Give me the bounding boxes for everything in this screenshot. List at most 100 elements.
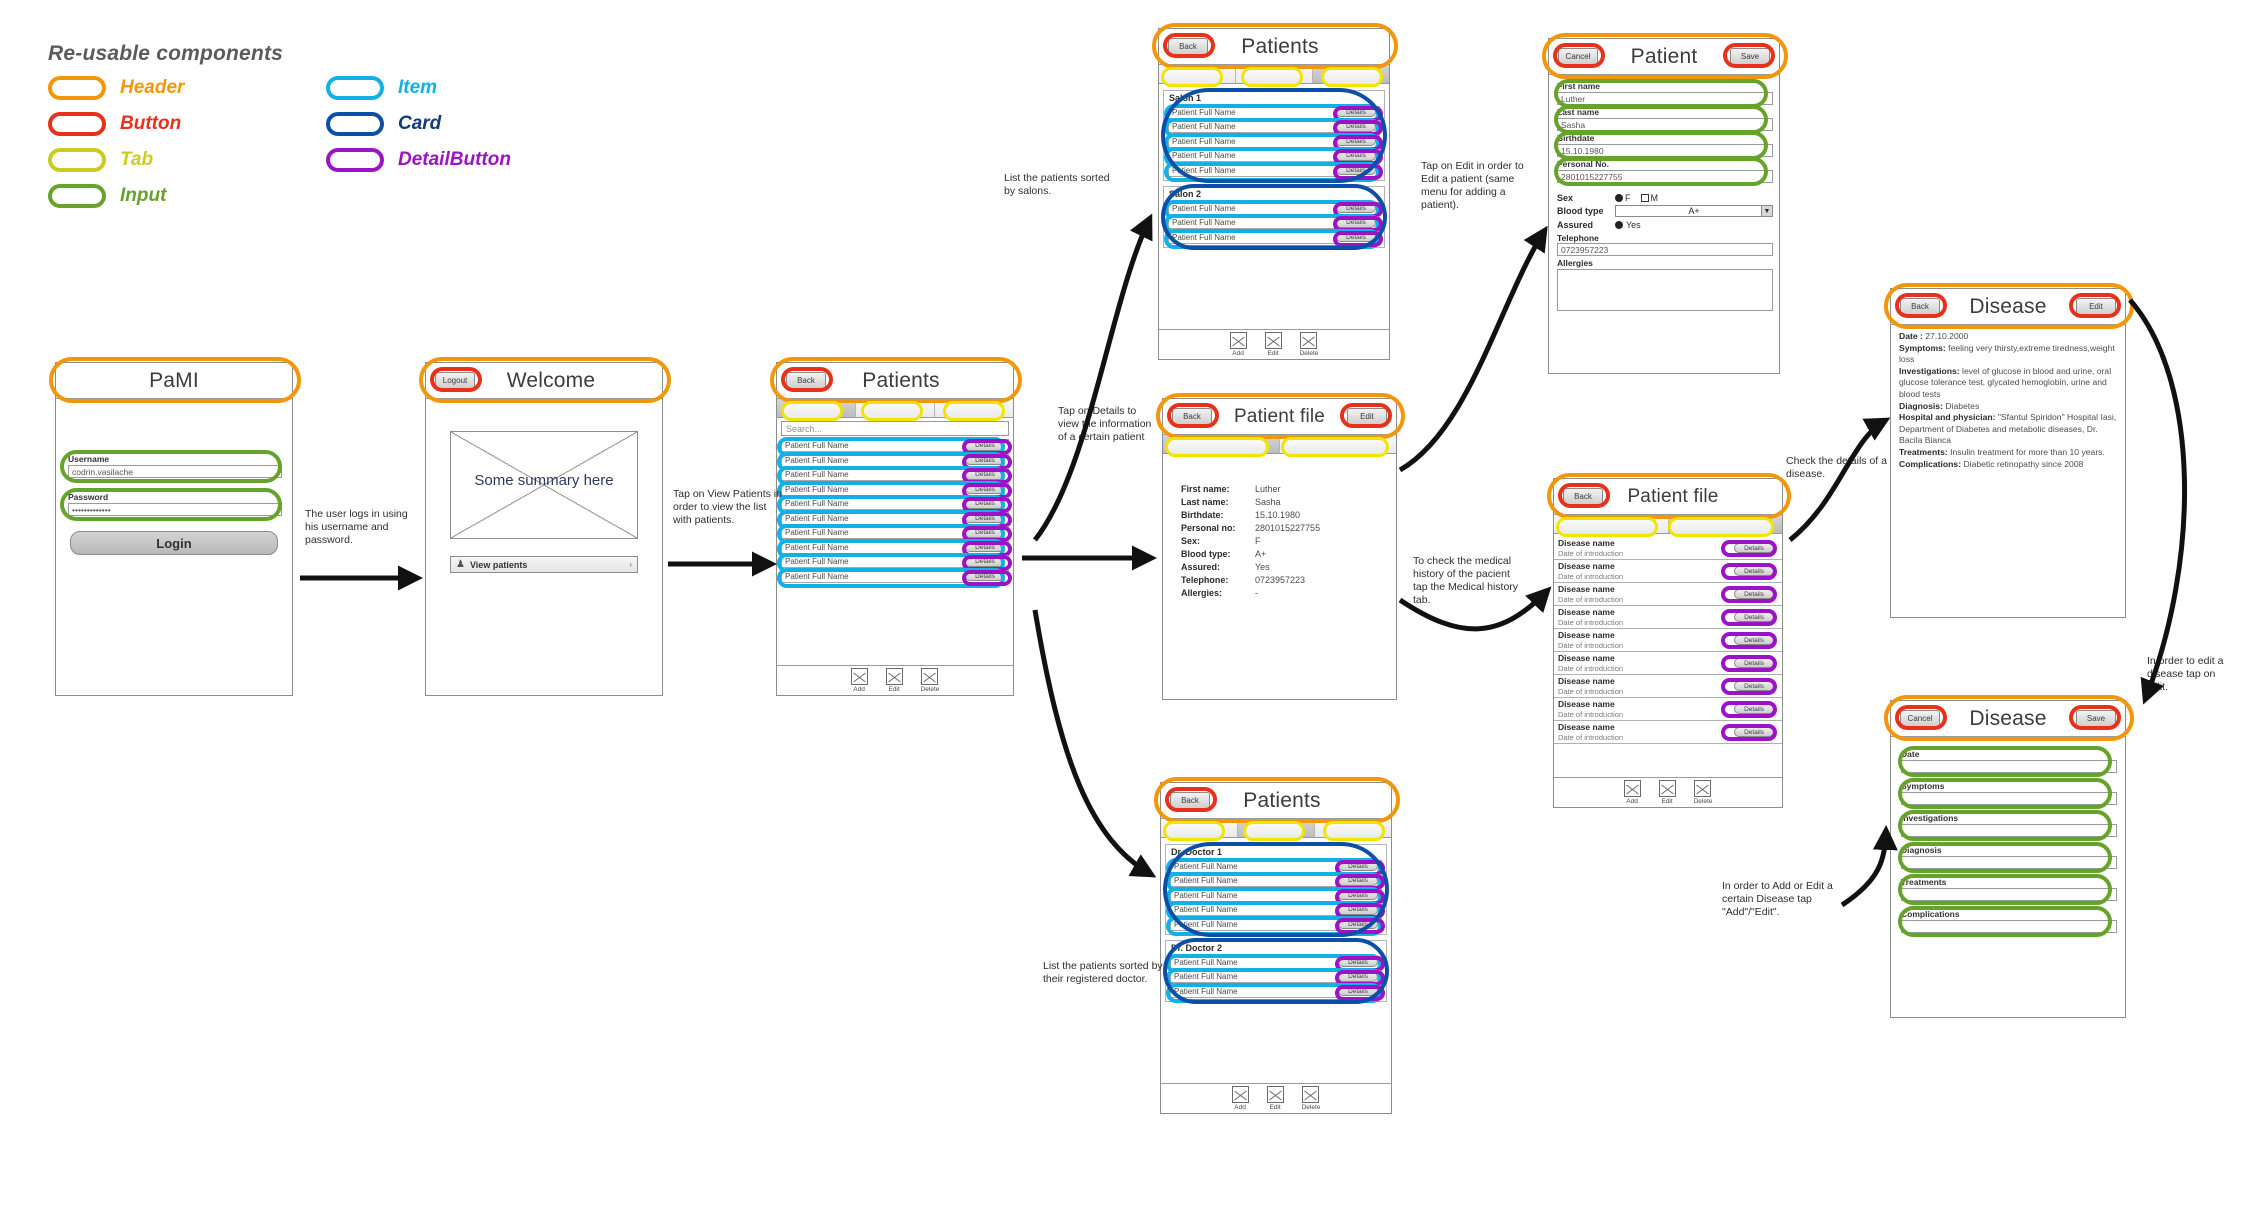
tab-salon[interactable]: Salon [935,399,1013,417]
tab-medical-history[interactable]: Medical history [1668,515,1782,533]
details-button[interactable]: Details [1338,971,1378,982]
delete-button[interactable]: Delete [1302,1086,1320,1111]
details-button[interactable]: Details [1338,890,1378,900]
details-button[interactable]: Details [965,484,1005,494]
details-button[interactable]: Details [1734,658,1774,668]
list-item[interactable]: Patient Full Name Details [1164,228,1384,249]
tab-salon[interactable]: Salon [1313,65,1389,83]
details-button[interactable]: Details [1336,150,1376,161]
details-button[interactable]: Details [965,542,1005,552]
login-button[interactable]: Login [70,531,278,555]
details-button[interactable]: Details [1338,957,1378,967]
details-button[interactable]: Details [965,498,1005,509]
field-input[interactable] [1901,824,2117,837]
assured-radio[interactable] [1615,220,1623,229]
add-button[interactable]: Add [850,668,868,693]
back-button[interactable]: Back [1170,792,1210,809]
details-button[interactable]: Details [1336,136,1376,146]
username-input[interactable]: codrin.vasilache [68,465,282,478]
details-button[interactable]: Details [965,513,1005,523]
details-button[interactable]: Details [1734,543,1774,553]
disease-list-item[interactable]: Disease name Date of introduction Details [1554,606,1782,629]
tab-az[interactable]: A-Z [1159,65,1236,83]
tab-doctor[interactable]: Doctor [1236,65,1313,83]
add-button[interactable]: Add [1229,332,1247,357]
details-button[interactable]: Details [1336,203,1376,213]
save-button[interactable]: Save [2076,710,2116,727]
delete-button[interactable]: Delete [921,668,939,693]
password-input[interactable]: ••••••••••••• [68,503,282,516]
list-item[interactable]: Patient Full Name Details [1164,214,1384,234]
list-item[interactable]: Patient Full Name Details [1164,118,1384,138]
list-item[interactable]: Patient Full Name Details [1164,132,1384,153]
details-button[interactable]: Details [1734,589,1774,599]
sex-m-radio[interactable] [1640,193,1649,202]
sex-f-radio[interactable] [1615,193,1623,202]
details-button[interactable]: Details [965,469,1005,480]
add-button[interactable]: Add [1231,1086,1249,1111]
details-button[interactable]: Details [1734,635,1774,645]
field-input[interactable]: 2801015227755 [1557,170,1773,183]
list-item[interactable]: Patient Full Name Details [777,437,1013,457]
details-button[interactable]: Details [965,455,1005,465]
cancel-button[interactable]: Cancel [1900,710,1940,727]
list-item[interactable]: Patient Full Name Details [1164,147,1384,167]
details-button[interactable]: Details [1336,232,1376,242]
disease-list-item[interactable]: Disease name Date of introduction Details [1554,721,1782,744]
back-button[interactable]: Back [1563,488,1603,505]
field-input[interactable] [1901,760,2117,773]
add-button[interactable]: Add [1623,780,1641,805]
details-button[interactable]: Details [965,571,1005,581]
cancel-button[interactable]: Cancel [1558,48,1598,65]
disease-list-item[interactable]: Disease name Date of introduction Details [1554,560,1782,583]
list-item[interactable]: Patient Full Name Details [1164,199,1384,220]
list-item[interactable]: Patient Full Name Details [1166,872,1386,892]
list-item[interactable]: Patient Full Name Details [1166,968,1386,988]
details-button[interactable]: Details [1734,681,1774,691]
list-item[interactable]: Patient Full Name Details [777,553,1013,573]
list-item[interactable]: Patient Full Name Details [777,451,1013,472]
list-item[interactable]: Patient Full Name Details [777,567,1013,588]
telephone-input[interactable]: 0723957223 [1557,243,1773,256]
details-button[interactable]: Details [1734,704,1774,714]
details-button[interactable]: Details [965,556,1005,567]
back-button[interactable]: Back [1168,38,1208,55]
details-button[interactable]: Details [1338,919,1378,929]
details-button[interactable]: Details [1338,861,1378,871]
details-button[interactable]: Details [1734,612,1774,622]
edit-button[interactable]: Edit [1264,332,1282,357]
field-input[interactable] [1901,856,2117,869]
disease-list-item[interactable]: Disease name Date of introduction Details [1554,675,1782,698]
list-item[interactable]: Patient Full Name Details [1166,953,1386,974]
delete-button[interactable]: Delete [1300,332,1318,357]
edit-button[interactable]: Edit [1658,780,1676,805]
save-button[interactable]: Save [1730,48,1770,65]
list-item[interactable]: Patient Full Name Details [777,466,1013,486]
list-item[interactable]: Patient Full Name Details [1166,982,1386,1003]
field-input[interactable]: Luther [1557,92,1773,105]
tab-salon[interactable]: Salon [1315,819,1391,837]
field-input[interactable]: Sasha [1557,118,1773,131]
allergies-input[interactable] [1557,269,1773,311]
tab-doctor[interactable]: Doctor [1238,819,1315,837]
details-button[interactable]: Details [1336,107,1376,117]
back-button[interactable]: Back [1900,298,1940,315]
field-input[interactable] [1901,888,2117,901]
edit-button[interactable]: Edit [2076,298,2116,315]
disease-list-item[interactable]: Disease name Date of introduction Details [1554,537,1782,560]
tab-doctor[interactable]: Doctor [856,399,935,417]
search-input[interactable]: Search... [781,421,1009,436]
back-button[interactable]: Back [1172,408,1212,425]
details-button[interactable]: Details [1336,165,1376,175]
field-input[interactable] [1901,920,2117,933]
details-button[interactable]: Details [965,440,1005,451]
field-input[interactable]: 15.10.1980 [1557,144,1773,157]
details-button[interactable]: Details [1734,566,1774,576]
list-item[interactable]: Patient Full Name Details [1164,103,1384,124]
details-button[interactable]: Details [1336,217,1376,228]
delete-button[interactable]: Delete [1694,780,1712,805]
disease-list-item[interactable]: Disease name Date of introduction Details [1554,583,1782,606]
details-button[interactable]: Details [1338,986,1378,996]
view-patients-button[interactable]: ♟ View patients › [450,556,638,573]
tab-personal-details[interactable]: Personal details [1163,435,1280,453]
